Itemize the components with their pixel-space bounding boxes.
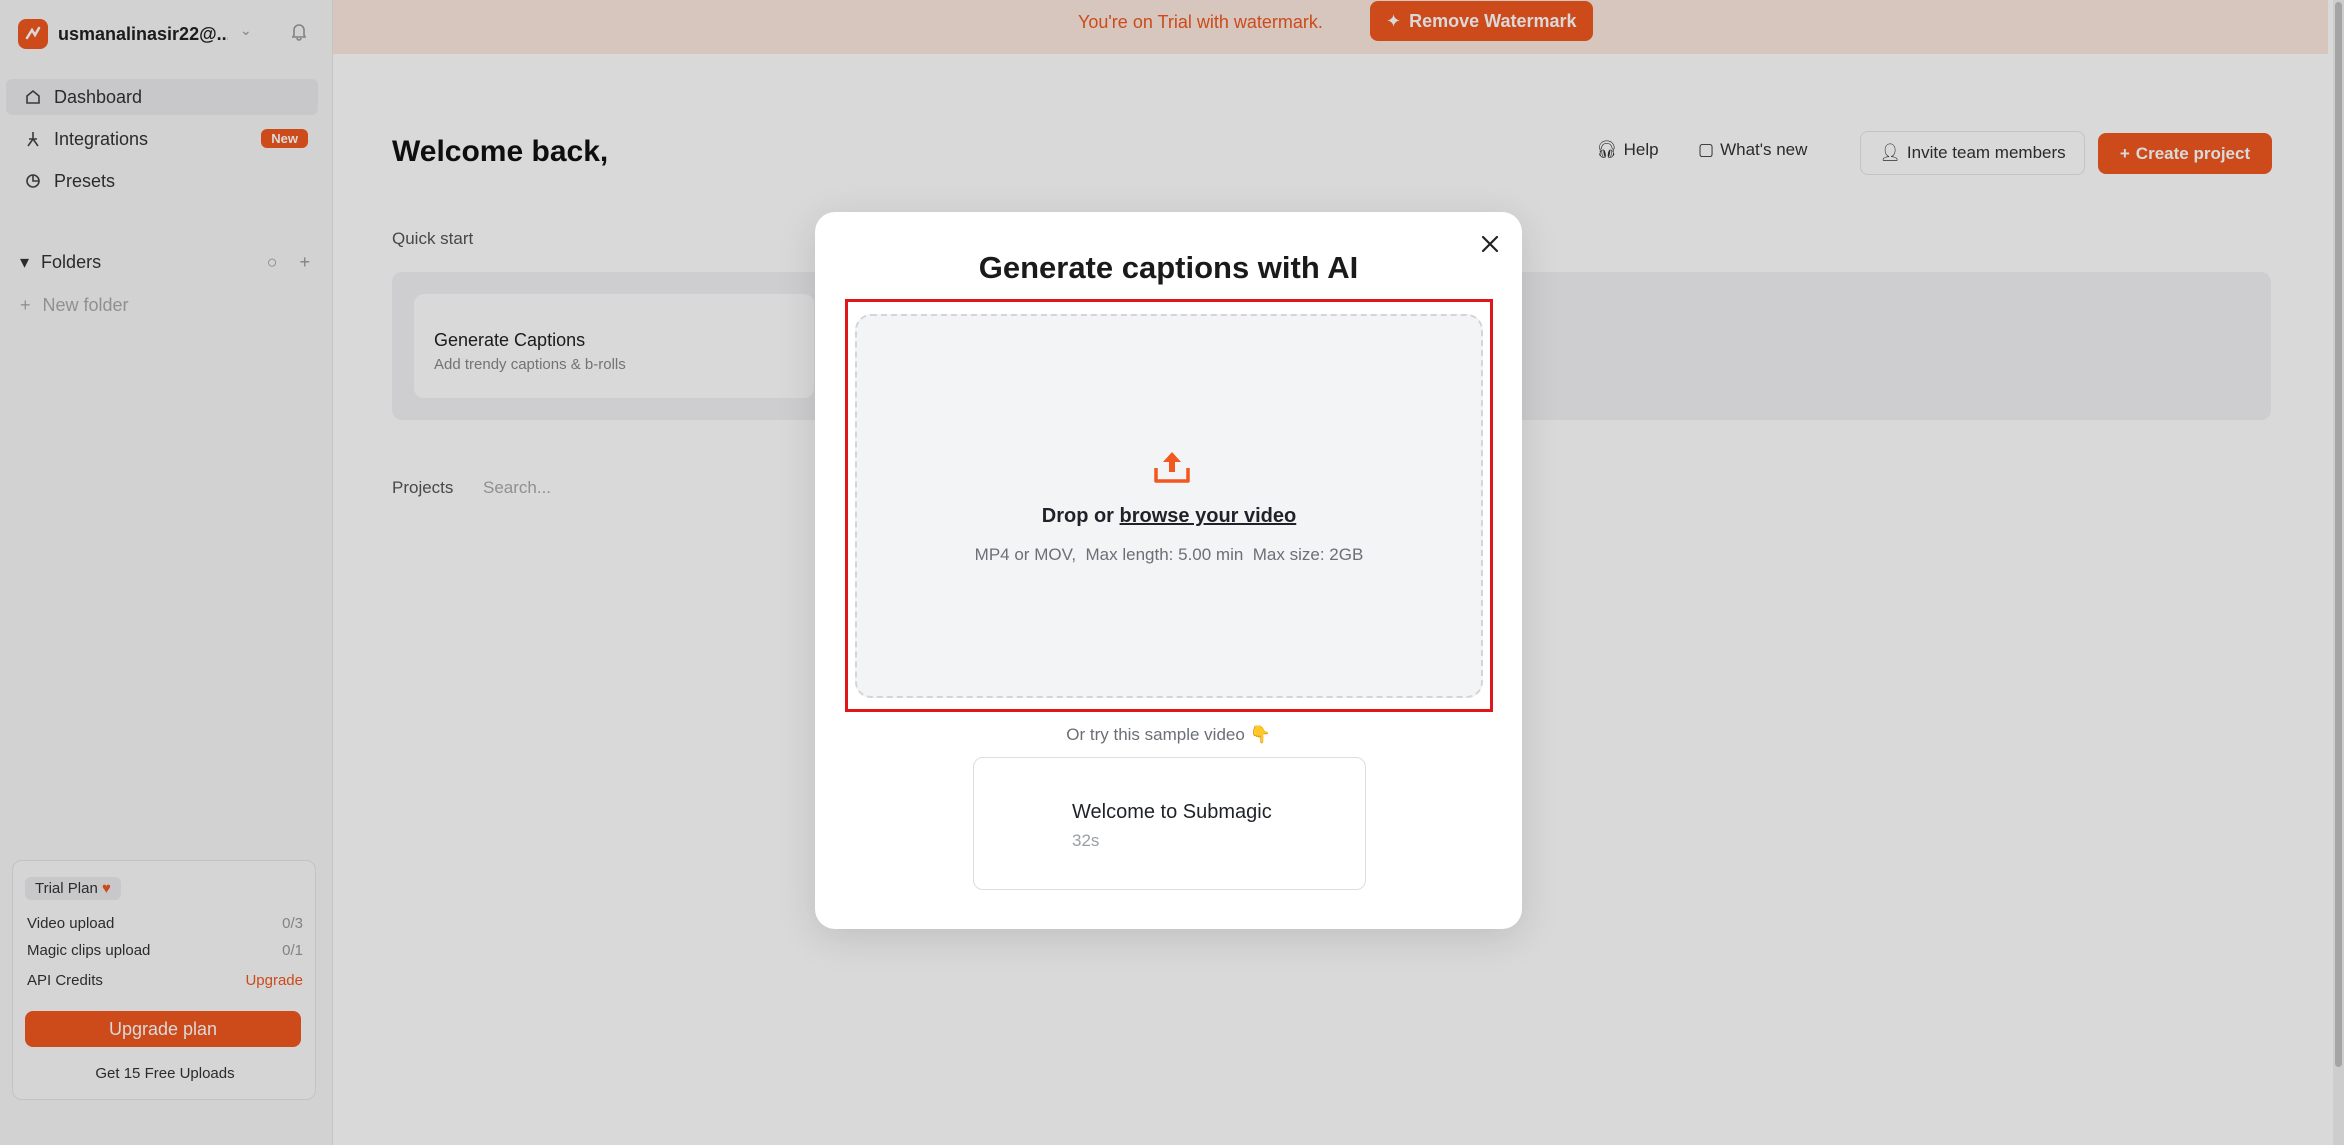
- sample-video-title: Welcome to Submagic: [1072, 801, 1272, 823]
- dropzone-text: Drop or browse your video: [1041, 505, 1297, 527]
- upload-requirements: MP4 or MOV, Max length: 5.00 min Max siz…: [974, 545, 1364, 564]
- modal-title: Generate captions with AI: [978, 250, 1359, 285]
- browse-video-link[interactable]: browse your video: [1120, 505, 1297, 527]
- video-dropzone[interactable]: Drop or browse your video MP4 or MOV, Ma…: [855, 314, 1483, 698]
- sample-video-card[interactable]: Welcome to Submagic 32s: [973, 757, 1366, 890]
- upload-icon: [1154, 452, 1190, 483]
- generate-captions-modal: Generate captions with AI Drop or browse…: [815, 212, 1522, 929]
- sample-video-duration: 32s: [1072, 831, 1100, 850]
- sample-video-prompt: Or try this sample video 👇: [1066, 725, 1271, 744]
